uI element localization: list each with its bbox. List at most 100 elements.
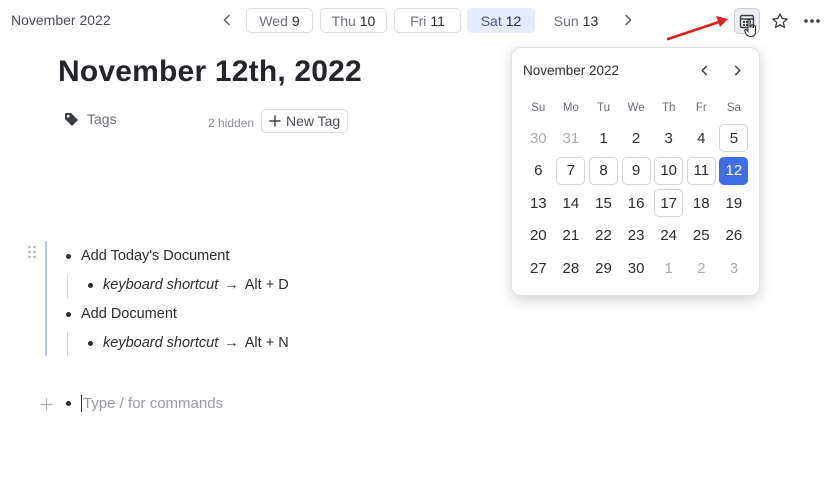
new-tag-button[interactable]: New Tag: [261, 109, 349, 133]
calendar-day[interactable]: 30: [620, 252, 653, 285]
day-number: 10: [654, 156, 684, 185]
prev-day-button[interactable]: [217, 10, 237, 30]
next-day-button[interactable]: [618, 10, 638, 30]
day-number: 23: [627, 227, 645, 245]
tab-sun-13[interactable]: Sun 13: [542, 8, 610, 33]
chevron-left-icon: [223, 14, 230, 26]
calendar-days-grid: 30 31 1 2 3 4 5 6 7 8 9 10 11 12 13 14 1…: [522, 122, 750, 285]
calendar-day[interactable]: 20: [522, 220, 555, 253]
list-item[interactable]: Add Document: [66, 306, 177, 322]
text-caret: [81, 395, 82, 412]
chevron-right-icon: [734, 65, 741, 75]
shortcut-text: Alt + N: [244, 335, 289, 351]
calendar-day[interactable]: 25: [685, 220, 718, 253]
day-number: 5: [719, 124, 749, 153]
calendar-day[interactable]: 4: [685, 122, 718, 155]
calendar-day[interactable]: 30: [522, 122, 555, 155]
arrow-glyph: →: [224, 277, 239, 293]
calendar-day[interactable]: 7: [555, 155, 588, 188]
tab-sat-12[interactable]: Sat 12: [467, 8, 535, 33]
tab-day: 13: [582, 12, 599, 29]
tag-icon: [65, 112, 78, 126]
calendar-day[interactable]: 2: [620, 122, 653, 155]
calendar-day[interactable]: 22: [587, 220, 620, 253]
tab-weekday: Sun: [553, 12, 579, 29]
calendar-day[interactable]: 5: [718, 122, 751, 155]
tab-wed-9[interactable]: Wed 9: [246, 8, 313, 33]
list-item[interactable]: keyboard shortcut → Alt + N: [88, 335, 289, 351]
calendar-day[interactable]: 16: [620, 187, 653, 220]
command-input[interactable]: [83, 395, 283, 412]
day-number: 9: [621, 156, 651, 185]
calendar-day[interactable]: 3: [718, 252, 751, 285]
day-number: 16: [627, 194, 645, 212]
calendar-day[interactable]: 6: [522, 155, 555, 188]
day-number: 22: [595, 227, 612, 245]
list-item-text: Add Document: [81, 306, 177, 322]
calendar-prev-month-button[interactable]: [694, 60, 714, 80]
day-number: 29: [595, 259, 612, 277]
more-options-button[interactable]: [799, 8, 825, 34]
tab-fri-11[interactable]: Fri 11: [394, 8, 461, 33]
list-item-label: keyboard shortcut: [103, 277, 219, 293]
calendar-next-month-button[interactable]: [727, 60, 747, 80]
tab-thu-10[interactable]: Thu 10: [320, 8, 387, 33]
chevron-right-icon: [625, 14, 632, 26]
calendar-day[interactable]: 29: [587, 252, 620, 285]
day-number: 31: [562, 129, 580, 147]
tags-field[interactable]: Tags: [64, 111, 117, 127]
weekday-label: Th: [661, 102, 676, 114]
calendar-day[interactable]: 9: [620, 155, 653, 188]
tab-day: 9: [291, 12, 300, 29]
hidden-tags-count[interactable]: 2 hidden: [208, 116, 254, 130]
drag-handle-icon[interactable]: [27, 245, 37, 259]
calendar-day[interactable]: 23: [620, 220, 653, 253]
calendar-day[interactable]: 19: [718, 187, 751, 220]
calendar-day[interactable]: 1: [652, 252, 685, 285]
day-number: 4: [697, 129, 706, 147]
new-block-row[interactable]: [66, 395, 283, 412]
weekday-label: Sa: [726, 102, 741, 114]
calendar-day[interactable]: 31: [555, 122, 588, 155]
annotation-arrow: [666, 16, 728, 41]
calendar-day[interactable]: 3: [652, 122, 685, 155]
calendar-day[interactable]: 14: [555, 187, 588, 220]
calendar-day[interactable]: 10: [652, 155, 685, 188]
bullet-icon: [88, 340, 93, 346]
chevron-left-icon: [700, 65, 707, 75]
favorite-button[interactable]: [767, 8, 793, 34]
add-block-icon[interactable]: [40, 398, 53, 411]
calendar-day[interactable]: 15: [587, 187, 620, 220]
calendar-day[interactable]: 1: [587, 122, 620, 155]
calendar-day-selected[interactable]: 12: [718, 155, 751, 188]
day-number: 30: [627, 259, 645, 277]
calendar-day[interactable]: 26: [718, 220, 751, 253]
calendar-day[interactable]: 17: [652, 187, 685, 220]
day-number: 14: [562, 194, 580, 212]
list-item[interactable]: keyboard shortcut → Alt + D: [88, 277, 289, 293]
tab-weekday: Sat: [480, 12, 502, 29]
tags-label: Tags: [87, 111, 117, 127]
day-number: 27: [529, 259, 547, 277]
calendar-day[interactable]: 18: [685, 187, 718, 220]
weekday-label: Su: [531, 102, 546, 114]
day-number: 18: [692, 194, 710, 212]
bullet-icon: [66, 311, 71, 317]
calendar-day[interactable]: 11: [685, 155, 718, 188]
calendar-day[interactable]: 13: [522, 187, 555, 220]
calendar-day[interactable]: 2: [685, 252, 718, 285]
tab-day: 10: [359, 12, 376, 29]
calendar-day[interactable]: 21: [555, 220, 588, 253]
calendar-day[interactable]: 27: [522, 252, 555, 285]
calendar-day[interactable]: 28: [555, 252, 588, 285]
mouse-cursor-icon: [744, 18, 756, 37]
day-number: 21: [562, 227, 580, 245]
day-number: 26: [725, 227, 743, 245]
calendar-day[interactable]: 24: [652, 220, 685, 253]
calendar-day[interactable]: 8: [587, 155, 620, 188]
arrow-glyph: →: [224, 335, 239, 351]
day-number: 1: [664, 259, 673, 277]
bullet-icon: [66, 401, 71, 406]
list-item[interactable]: Add Today's Document: [66, 248, 229, 264]
calendar-month-title: November 2022: [523, 63, 620, 78]
